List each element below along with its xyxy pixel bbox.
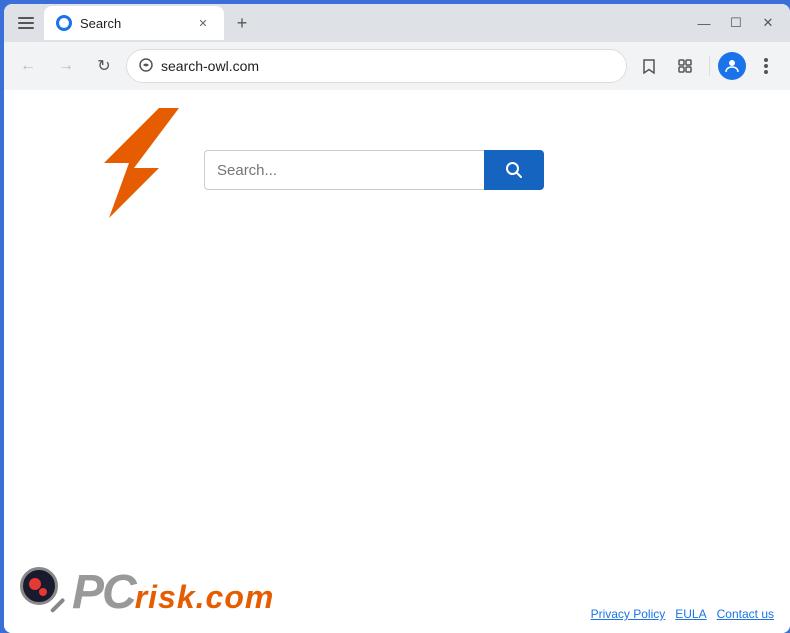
back-button[interactable]: ← (12, 50, 44, 82)
new-tab-button[interactable]: + (228, 9, 256, 37)
nav-divider (709, 56, 710, 76)
extensions-button[interactable] (669, 50, 701, 82)
arrow-indicator (104, 108, 194, 223)
menu-button[interactable] (750, 50, 782, 82)
address-input[interactable] (161, 58, 614, 74)
profile-button[interactable] (718, 52, 746, 80)
address-bar[interactable] (126, 49, 627, 83)
close-button[interactable]: ✕ (754, 9, 782, 37)
title-bar: Search ✕ + — ☐ ✕ (4, 4, 790, 42)
nav-actions (633, 50, 782, 82)
pcrisk-text: PC risk.com (72, 569, 274, 617)
tab-close-button[interactable]: ✕ (194, 14, 212, 32)
forward-button[interactable]: → (50, 50, 82, 82)
browser-menu-button[interactable] (12, 9, 40, 37)
search-button[interactable] (484, 150, 544, 190)
bookmark-button[interactable] (633, 50, 665, 82)
pcrisk-logo: PC risk.com (20, 561, 274, 625)
browser-window: Search ✕ + — ☐ ✕ ← → ↻ (4, 4, 790, 633)
tab-label: Search (80, 16, 186, 31)
search-input[interactable] (204, 150, 484, 190)
search-area (204, 150, 544, 190)
nav-bar: ← → ↻ (4, 42, 790, 90)
page-footer: PC risk.com Privacy Policy EULA Contact … (4, 553, 790, 633)
tab-group: Search ✕ + (12, 6, 686, 40)
privacy-policy-link[interactable]: Privacy Policy (591, 607, 666, 621)
footer-links: Privacy Policy EULA Contact us (591, 607, 774, 625)
window-controls: — ☐ ✕ (690, 9, 782, 37)
page-content: PC risk.com Privacy Policy EULA Contact … (4, 90, 790, 633)
minimize-button[interactable]: — (690, 9, 718, 37)
pcrisk-pc-label: PC (72, 569, 135, 617)
tab-favicon (56, 15, 72, 31)
maximize-button[interactable]: ☐ (722, 9, 750, 37)
contact-us-link[interactable]: Contact us (717, 607, 774, 621)
reload-button[interactable]: ↻ (88, 50, 120, 82)
active-tab[interactable]: Search ✕ (44, 6, 224, 40)
pcrisk-risk-label: risk.com (135, 581, 275, 613)
eula-link[interactable]: EULA (675, 607, 706, 621)
address-security-icon (139, 58, 153, 75)
pcrisk-magnifier-icon (20, 567, 72, 619)
